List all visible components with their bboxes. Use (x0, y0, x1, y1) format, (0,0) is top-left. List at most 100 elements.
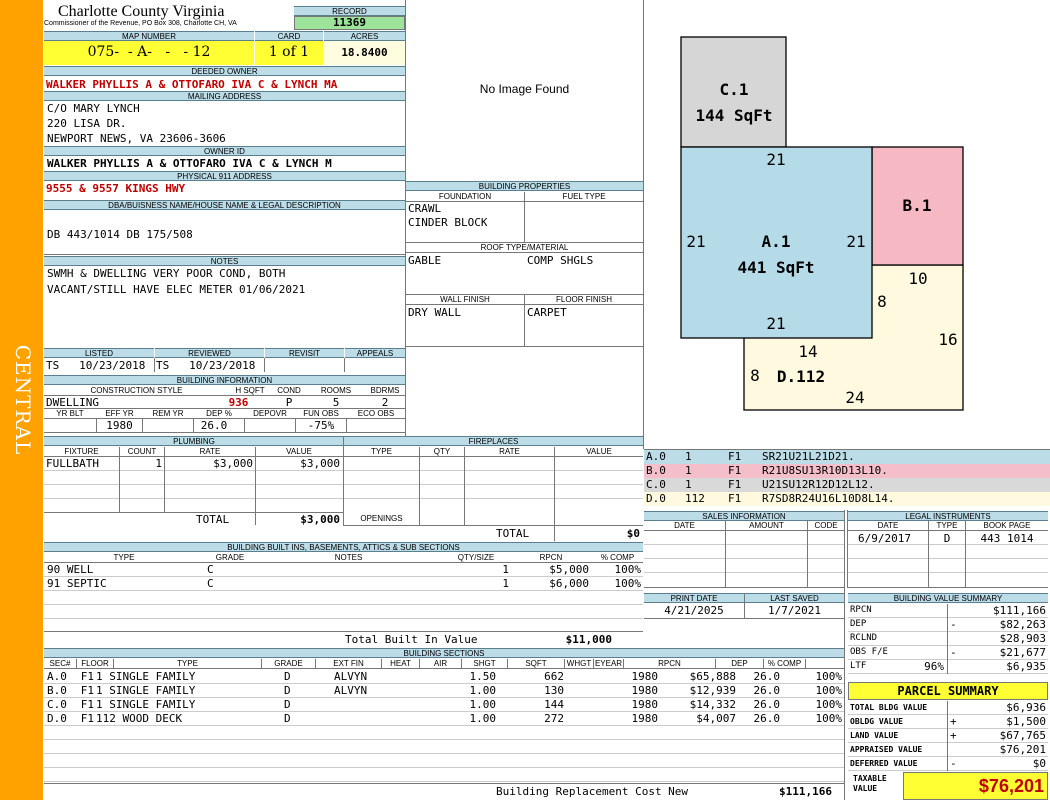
notes-line-2: VACANT/STILL HAVE ELEC METER 01/06/2021 (47, 283, 306, 296)
mailing-address-label: MAILING ADDRESS (44, 91, 405, 101)
section-cell: 26.0 (753, 712, 781, 725)
funobs-value: -75% (307, 419, 335, 432)
dim: 8 (877, 292, 887, 311)
plumb-total: $3,000 (300, 513, 340, 526)
county-title: Charlotte County Virginia (58, 3, 225, 20)
section-cell: $4,007 (696, 712, 736, 725)
cond-label: COND (277, 386, 301, 395)
revisit-label: REVISIT (265, 348, 344, 358)
bvs-value: $6,935 (1006, 660, 1046, 673)
sales-label: SALES INFORMATION (644, 511, 844, 521)
fuel-type-label: FUEL TYPE (562, 192, 606, 201)
plumb-count: 1 (155, 457, 162, 470)
bvs-label-cell: DEP (850, 619, 867, 629)
sketch-row-code: R21U8SU13R10D13L10. (762, 464, 888, 477)
a-name: A.1 (762, 232, 791, 251)
sales-col-amount: AMOUNT (749, 521, 784, 530)
sketch-row-sec: C.0 (646, 478, 666, 491)
c-area: 144 SqFt (695, 106, 772, 125)
bvs-label-cell: OBS F/E (850, 647, 888, 657)
bi-col-rpcn: RPCN (539, 553, 563, 562)
parcel-sign: + (950, 729, 957, 742)
legal-label: LEGAL INSTRUMENTS (848, 511, 1048, 521)
print-date-label: PRINT DATE (644, 593, 744, 603)
notes-line-1: SWMH & DWELLING VERY POOR COND, BOTH (47, 267, 286, 280)
section-cell: 272 (544, 712, 564, 725)
legal-col-date: DATE (877, 521, 899, 530)
section-cell: D (284, 712, 291, 725)
sketch-row-sec: D.0 (646, 492, 666, 505)
section-cell: 662 (544, 670, 564, 683)
section-cell: 1980 (631, 698, 659, 711)
bi-comp: 100% (614, 563, 642, 576)
section-cell: 130 (544, 684, 564, 697)
bi-type: 91 SEPTIC (47, 577, 107, 590)
notes-label: NOTES (44, 256, 405, 266)
section-cell: 100% (815, 684, 843, 697)
parcel-label-cell: OBLDG VALUE (850, 717, 903, 726)
listed-value: TS 10/23/2018 (46, 359, 146, 372)
sketch-row-sec: A.0 (646, 450, 666, 463)
fireplaces-label: FIREPLACES (344, 436, 643, 446)
bvs-sign: - (950, 618, 957, 631)
card-label: CARD (255, 31, 323, 41)
section-cell: F1 (80, 670, 94, 683)
building-info-label: BUILDING INFORMATION (44, 375, 405, 385)
divider (848, 770, 1048, 771)
parcel-sign: + (950, 715, 957, 728)
sketch-row-code: SR21U21L21D21. (762, 450, 855, 463)
divider (44, 725, 844, 726)
plumb-col-count: COUNT (127, 447, 157, 456)
parcel-label-cell: DEFERRED VALUE (850, 759, 918, 768)
sketch-row-n: 1 (685, 464, 692, 477)
plumb-col-fixture: FIXTURE (64, 447, 99, 456)
parcel-summary-label: PARCEL SUMMARY (848, 682, 1048, 700)
bvs-pct: 96% (924, 660, 944, 673)
physical-address: 9555 & 9557 KINGS HWY (46, 182, 186, 195)
bvs-sign: - (950, 646, 957, 659)
last-saved-label: LAST SAVED (745, 593, 844, 603)
dep-label: DEP % (206, 409, 232, 418)
section-cell: 26.0 (753, 670, 781, 683)
last-saved: 1/7/2021 (768, 604, 821, 617)
section-cell: F1 (80, 712, 94, 725)
bvs-label-cell: LTF (850, 661, 867, 671)
hsqft-label: H SQFT (235, 386, 265, 395)
bi-qty: 1 (502, 563, 509, 576)
dim: 21 (766, 150, 785, 169)
ecoobs-label: ECO OBS (357, 409, 395, 418)
section-cell: 1980 (631, 712, 659, 725)
roof-material: COMP SHGLS (527, 254, 594, 267)
section-cell: $65,888 (689, 670, 736, 683)
sketch-row-n: 1 (685, 478, 692, 491)
effyr-label: EFF YR (105, 409, 134, 418)
section-cell: 1 SINGLE FAMILY (96, 670, 196, 683)
fire-total-label: TOTAL (496, 527, 530, 540)
plumb-fixture: FULLBATH (46, 457, 99, 470)
section-cell: 1.00 (469, 712, 497, 725)
divider (947, 701, 948, 771)
divider (44, 767, 844, 768)
d-name: D.112 (777, 367, 825, 386)
bi-rpcn: $5,000 (549, 563, 589, 576)
section-cell: 1980 (631, 670, 659, 683)
map-number: 075- - A- - - 12 (44, 41, 254, 65)
divider (947, 604, 948, 674)
parcel-sign: - (950, 757, 957, 770)
section-cell: 1.50 (469, 670, 497, 683)
owner-id: WALKER PHYLLIS A & OTTOFARO IVA C & LYNC… (47, 157, 332, 170)
legal-col-book: BOOK PAGE (983, 521, 1031, 530)
commissioner-line: Commissioner of the Revenue, PO Box 308,… (44, 20, 237, 27)
section-cell: $12,939 (689, 684, 736, 697)
section-cell: 144 (544, 698, 564, 711)
bvs-label-cell: RPCN (850, 605, 872, 615)
deeded-owner-label: DEEDED OWNER (44, 66, 405, 76)
owner-id-label: OWNER ID (44, 146, 405, 156)
floor-finish-label: FLOOR FINISH (555, 295, 612, 304)
parcel-value: $76,201 (999, 743, 1046, 756)
builtins-label: BUILDING BUILT INS, BASEMENTS, ATTICS & … (44, 542, 643, 552)
dim: 21 (846, 232, 865, 251)
acres-value: 18.8400 (324, 41, 405, 65)
sections-col-header: FLOOR (77, 659, 114, 668)
sketch-row-floor: F1 (728, 464, 742, 477)
